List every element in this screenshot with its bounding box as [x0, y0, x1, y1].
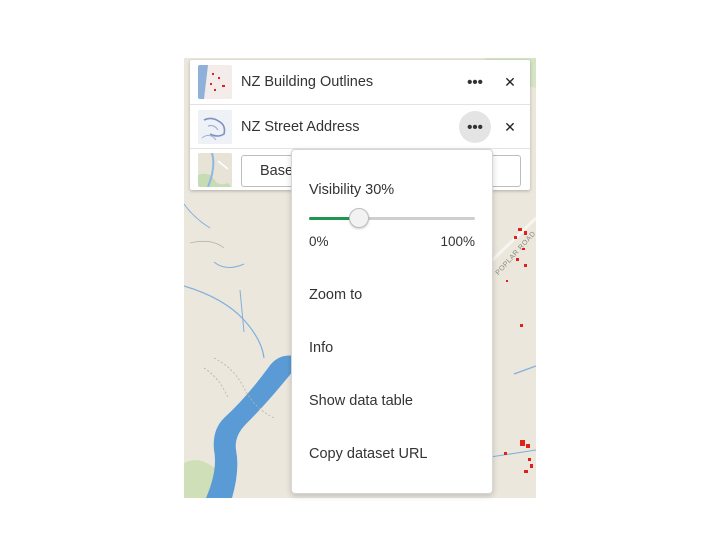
remove-layer-button[interactable]: ✕ [499, 116, 521, 138]
layer-name: NZ Street Address [241, 119, 360, 135]
more-icon: ••• [467, 73, 483, 91]
layer-options-button[interactable]: ••• [459, 111, 491, 143]
visibility-max-label: 100% [440, 234, 475, 249]
close-icon: ✕ [504, 118, 516, 135]
visibility-label: Visibility 30% [309, 182, 395, 198]
layer-name: NZ Building Outlines [241, 74, 374, 90]
menu-item-info[interactable]: Info [309, 340, 333, 356]
basemap-thumbnail-icon [198, 153, 232, 187]
more-icon: ••• [467, 118, 483, 136]
menu-item-copy-dataset-url[interactable]: Copy dataset URL [309, 446, 427, 462]
close-icon: ✕ [504, 73, 516, 90]
remove-layer-button[interactable]: ✕ [499, 71, 521, 93]
layer-options-menu: Visibility 30% 0% 100% Zoom to Info Show… [291, 149, 493, 494]
visibility-slider[interactable] [309, 208, 475, 228]
layer-row-building-outlines[interactable]: NZ Building Outlines ••• ✕ [190, 60, 530, 104]
menu-item-show-data-table[interactable]: Show data table [309, 393, 413, 409]
visibility-min-label: 0% [309, 234, 329, 249]
building-outlines-thumbnail-icon [198, 65, 232, 99]
layer-options-button[interactable]: ••• [459, 66, 491, 98]
street-address-thumbnail-icon [198, 110, 232, 144]
visibility-slider-handle[interactable] [348, 208, 369, 228]
layer-row-street-address[interactable]: NZ Street Address ••• ✕ [190, 104, 530, 149]
menu-item-zoom-to[interactable]: Zoom to [309, 287, 362, 303]
